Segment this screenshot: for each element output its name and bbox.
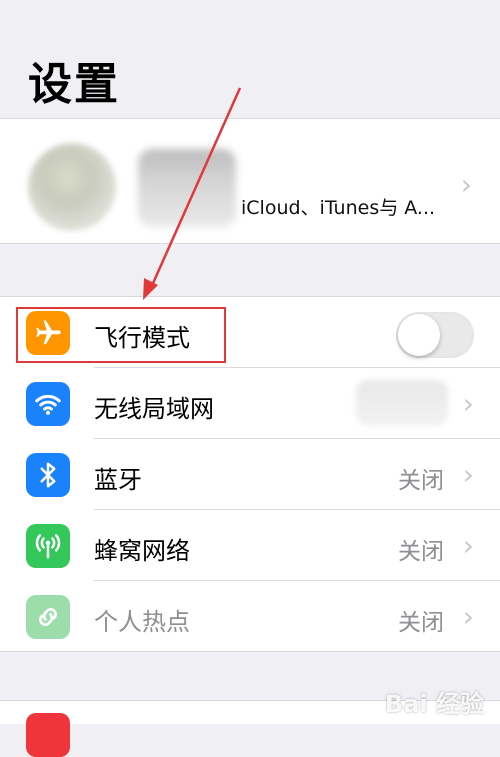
watermark: Bai 经验 [384,690,484,718]
settings-row-label: 蓝牙 [94,466,142,494]
settings-row-label: 蜂窝网络 [94,537,190,565]
settings-row-personal-hotspot[interactable]: 个人热点 关闭 › [0,581,500,651]
settings-row-cellular[interactable]: 蜂窝网络 关闭 › [0,510,500,580]
hotspot-status: 关闭 [398,610,444,636]
toggle-knob [398,314,440,356]
wifi-icon [26,382,70,426]
page-title: 设置 [28,59,120,110]
notification-icon [26,713,70,757]
settings-row-bluetooth[interactable]: 蓝牙 关闭 › [0,439,500,509]
chevron-right-icon: › [462,458,474,491]
chevron-right-icon: › [462,387,474,420]
bluetooth-status: 关闭 [398,468,444,494]
airplane-mode-toggle[interactable] [396,312,474,358]
wifi-network-name-blurred [356,380,448,426]
chevron-right-icon: › [462,600,474,633]
antenna-icon [26,524,70,568]
bluetooth-icon [26,453,70,497]
settings-row-label: 无线局域网 [94,395,214,423]
chevron-right-icon: › [460,168,472,201]
chevron-right-icon: › [462,529,474,562]
annotation-highlight-box [16,307,226,363]
hotspot-icon [26,595,70,639]
profile-subtitle: iCloud、iTunes与 A... [241,197,436,219]
settings-row-label: 个人热点 [94,608,190,636]
profile-name-blurred [138,149,236,227]
cellular-status: 关闭 [398,539,444,565]
avatar [28,143,116,231]
settings-row-wifi[interactable]: 无线局域网 › [0,368,500,438]
apple-id-profile-row[interactable]: › [0,118,500,244]
